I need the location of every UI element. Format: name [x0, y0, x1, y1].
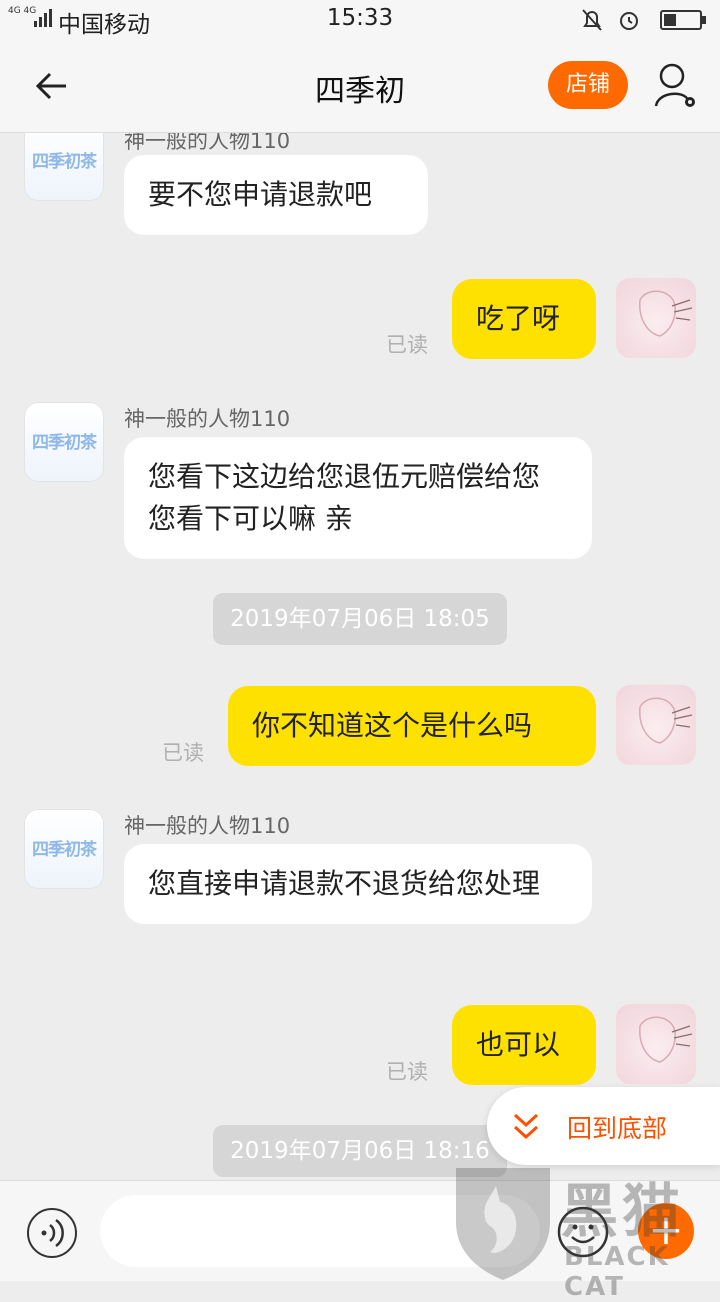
message-bubble[interactable]: 要不您申请退款吧 — [124, 155, 428, 235]
shop-button[interactable]: 店铺 — [548, 61, 628, 109]
message-input[interactable] — [100, 1195, 540, 1267]
timestamp-divider: 2019年07月06日 18:16 — [213, 1125, 507, 1177]
alarm-icon — [619, 11, 638, 30]
more-plus-button[interactable]: + — [638, 1203, 694, 1259]
my-avatar[interactable] — [616, 1004, 696, 1084]
read-receipt: 已读 — [386, 1060, 428, 1084]
battery-icon — [660, 9, 706, 30]
read-receipt: 已读 — [386, 333, 428, 357]
timestamp-divider: 2019年07月06日 18:05 — [213, 593, 507, 645]
read-receipt: 已读 — [162, 741, 204, 765]
message-bubble[interactable]: 您直接申请退款不退货给您处理 — [124, 844, 592, 924]
my-message-bubble[interactable]: 你不知道这个是什么吗 — [228, 686, 596, 766]
input-bar: + — [0, 1180, 720, 1281]
shop-avatar[interactable]: 四季初茶 — [24, 133, 104, 201]
portrait-image — [639, 697, 693, 744]
chat-messages[interactable]: 四季初茶 神一般的人物110 要不您申请退款吧 已读 吃了呀 四季初茶 神一般的… — [0, 133, 720, 1180]
mute-bell-icon — [582, 8, 603, 31]
my-message-bubble[interactable]: 吃了呀 — [452, 279, 596, 359]
double-chevron-down-icon — [513, 1113, 539, 1140]
shop-avatar[interactable]: 四季初茶 — [24, 809, 104, 889]
message-bubble[interactable]: 您看下这边给您退伍元赔偿给您 您看下可以嘛 亲 — [124, 437, 592, 559]
shop-avatar[interactable]: 四季初茶 — [24, 402, 104, 482]
status-bar: 4G 4G 中国移动 15:33 — [0, 0, 720, 38]
jump-to-bottom-button[interactable]: 回到底部 — [487, 1087, 720, 1165]
jump-to-bottom-label: 回到底部 — [567, 1114, 668, 1143]
voice-icon[interactable] — [26, 1207, 78, 1259]
portrait-image — [639, 290, 693, 337]
user-settings-icon[interactable] — [652, 60, 700, 112]
emoji-icon[interactable] — [556, 1205, 610, 1259]
sender-name: 神一般的人物110 — [124, 133, 291, 153]
portrait-image — [639, 1016, 693, 1063]
sender-name: 神一般的人物110 — [124, 407, 291, 431]
status-icons — [581, 6, 708, 32]
my-avatar[interactable] — [616, 685, 696, 765]
chat-header: 四季初 店铺 — [0, 38, 720, 133]
sender-name: 神一般的人物110 — [124, 814, 291, 838]
my-message-bubble[interactable]: 也可以 — [452, 1005, 596, 1085]
my-avatar[interactable] — [616, 278, 696, 358]
